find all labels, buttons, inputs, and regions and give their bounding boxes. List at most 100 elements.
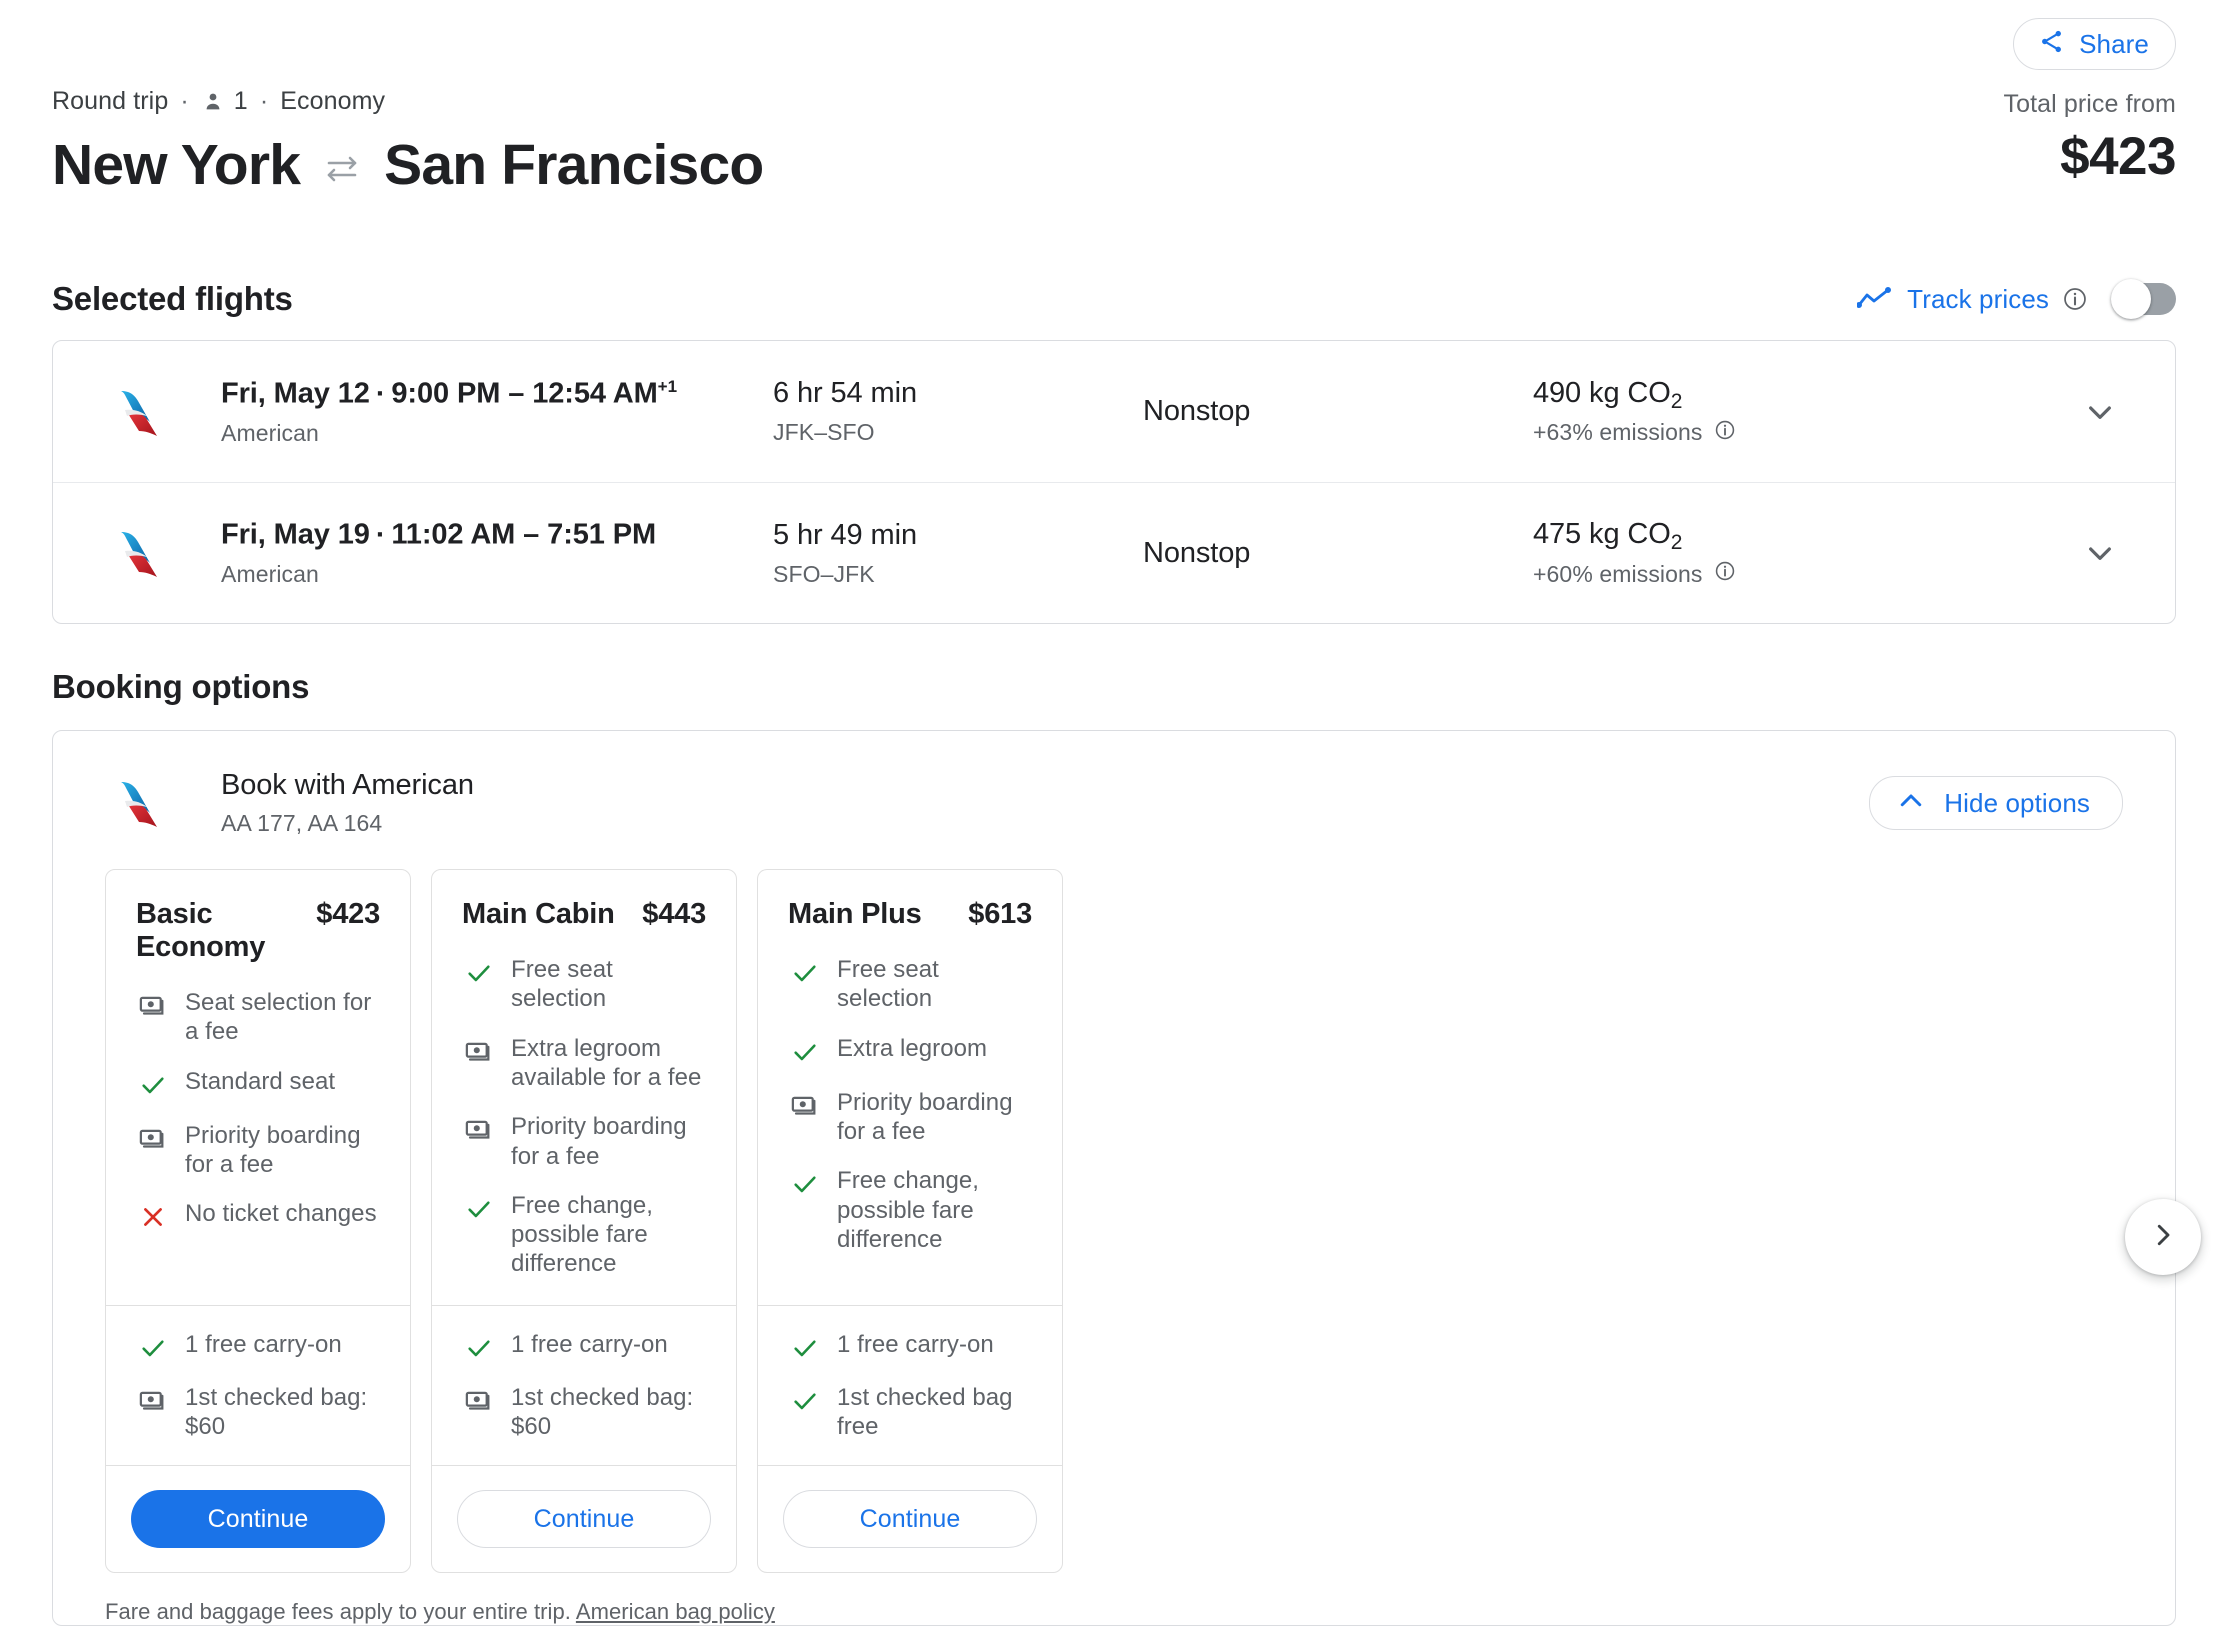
chevron-down-icon[interactable]	[2025, 396, 2175, 428]
booking-options-header: Booking options	[52, 668, 2176, 706]
flight-emissions-delta: +60% emissions	[1533, 560, 1703, 587]
check-icon	[788, 956, 822, 990]
info-icon[interactable]	[1714, 560, 1736, 588]
fare-feature: Free change, possible fare difference	[788, 1166, 1032, 1254]
flight-primary: Fri, May 19 · 11:02 AM – 7:51 PM American	[169, 518, 773, 588]
fare-baggage-label: 1st checked bag free	[837, 1383, 1013, 1440]
american-airlines-logo	[105, 382, 169, 442]
selected-flights-card: Fri, May 12 · 9:00 PM – 12:54 AM+1 America…	[52, 340, 2176, 625]
fare-feature: Extra legroom available for a fee	[462, 1034, 706, 1093]
check-icon	[788, 1384, 822, 1418]
money-icon	[136, 1384, 170, 1418]
fare-feature-label: Extra legroom	[837, 1034, 988, 1062]
fare-feature: Priority boarding for a fee	[462, 1112, 706, 1171]
fare-features: Free seat selection Extra legroom Priori…	[758, 931, 1062, 1304]
flight-date: Fri, May 12	[221, 377, 370, 410]
continue-button[interactable]: Continue	[783, 1490, 1037, 1549]
fare-baggage-label: 1st checked bag: $60	[185, 1383, 368, 1440]
american-airlines-logo	[105, 773, 169, 833]
track-prices-toggle[interactable]	[2111, 279, 2176, 320]
trip-meta: Round trip · 1 · Economy	[52, 84, 763, 118]
flight-times: 9:00 PM – 12:54 AM	[391, 377, 658, 410]
co2-amount: 475 kg CO	[1533, 518, 1671, 551]
fare-feature-label: Seat selection for a fee	[185, 989, 372, 1046]
time-separator: ·	[375, 519, 386, 552]
fare-cards-carousel: Basic Economy $423 Seat selection for a …	[53, 837, 2175, 1574]
flight-emissions-delta-row: +60% emissions	[1533, 560, 2025, 588]
fare-baggage-item: 1st checked bag: $60	[136, 1383, 380, 1442]
fare-feature: Free seat selection	[462, 955, 706, 1014]
fare-baggage-item: 1st checked bag free	[788, 1383, 1032, 1442]
check-icon	[462, 956, 496, 990]
fare-baggage: 1 free carry-on 1st checked bag free	[758, 1304, 1062, 1466]
fare-feature-label: Free seat selection	[511, 956, 613, 1013]
track-prices-label[interactable]: Track prices	[1907, 284, 2049, 315]
cabin-class: Economy	[280, 86, 386, 115]
flight-emissions-delta-row: +63% emissions	[1533, 419, 2025, 447]
check-icon	[462, 1331, 496, 1365]
flight-stops: Nonstop	[1143, 536, 1251, 569]
flight-stops: Nonstop	[1143, 395, 1251, 428]
fare-baggage: 1 free carry-on 1st checked bag: $60	[106, 1304, 410, 1466]
fare-feature-label: Free change, possible fare difference	[837, 1167, 980, 1253]
info-icon[interactable]	[1714, 419, 1736, 447]
fare-feature-label: Priority boarding for a fee	[185, 1121, 361, 1178]
fare-features: Seat selection for a fee Standard seat P…	[106, 964, 410, 1304]
provider-header: Book with American AA 177, AA 164 Hide o…	[53, 731, 2175, 837]
flight-emissions-delta: +63% emissions	[1533, 419, 1703, 446]
fare-feature-label: Extra legroom available for a fee	[511, 1034, 702, 1091]
fare-baggage-label: 1 free carry-on	[837, 1330, 994, 1358]
destination-city: San Francisco	[384, 133, 764, 197]
flight-time: Fri, May 12 · 9:00 PM – 12:54 AM+1	[221, 377, 773, 411]
fare-footnote-text: Fare and baggage fees apply to your enti…	[105, 1599, 571, 1625]
booking-options-card: Book with American AA 177, AA 164 Hide o…	[52, 730, 2201, 1627]
fare-card: Main Cabin $443 Free seat selection Extr…	[431, 869, 737, 1574]
fare-name: Main Plus	[788, 898, 922, 931]
flight-duration-block: 6 hr 54 min JFK–SFO	[773, 377, 1143, 446]
total-price-label: Total price from	[2003, 90, 2176, 118]
fare-name: Basic Economy	[136, 898, 266, 964]
continue-button[interactable]: Continue	[457, 1490, 711, 1549]
continue-button[interactable]: Continue	[131, 1490, 385, 1549]
money-icon	[136, 989, 170, 1023]
meta-separator-1: ·	[180, 86, 189, 115]
flight-duration-block: 5 hr 49 min SFO–JFK	[773, 519, 1143, 588]
info-icon[interactable]	[2062, 286, 2088, 312]
chevron-down-icon[interactable]	[2025, 537, 2175, 569]
fare-header: Basic Economy $423	[106, 870, 410, 964]
co2-amount: 490 kg CO	[1533, 376, 1671, 409]
co2-subscript: 2	[1670, 531, 1683, 555]
check-icon	[136, 1331, 170, 1365]
flight-row[interactable]: Fri, May 12 · 9:00 PM – 12:54 AM+1 America…	[53, 341, 2175, 482]
chevron-up-icon	[1896, 786, 1926, 821]
check-icon	[136, 1068, 170, 1102]
fare-card: Main Plus $613 Free seat selection Extra…	[757, 869, 1063, 1574]
fare-baggage-item: 1 free carry-on	[462, 1330, 706, 1364]
flight-co2: 475 kg CO2	[1533, 518, 2025, 555]
money-icon	[788, 1089, 822, 1123]
hide-options-button[interactable]: Hide options	[1869, 776, 2123, 831]
fare-feature: Standard seat	[136, 1067, 380, 1101]
fare-header: Main Plus $613	[758, 870, 1062, 931]
time-separator: ·	[375, 377, 386, 410]
share-button[interactable]: Share	[2013, 18, 2176, 70]
fare-feature: Seat selection for a fee	[136, 988, 380, 1047]
flight-row[interactable]: Fri, May 19 · 11:02 AM – 7:51 PM American …	[53, 482, 2175, 623]
fare-feature: No ticket changes	[136, 1199, 380, 1233]
carousel-next-button[interactable]	[2125, 1199, 2201, 1276]
fare-footer: Continue	[758, 1465, 1062, 1572]
fare-footer: Continue	[432, 1465, 736, 1572]
origin-city: New York	[52, 133, 301, 197]
fare-baggage-label: 1st checked bag: $60	[511, 1383, 694, 1440]
provider-titles: Book with American AA 177, AA 164	[221, 769, 1869, 837]
flight-duration: 5 hr 49 min	[773, 518, 917, 551]
flight-numbers: AA 177, AA 164	[221, 810, 383, 837]
day-offset: +1	[657, 376, 678, 396]
fare-card: Basic Economy $423 Seat selection for a …	[105, 869, 411, 1574]
check-icon	[788, 1035, 822, 1069]
fare-feature-label: Free seat selection	[837, 956, 939, 1013]
american-bag-policy-link[interactable]: American bag policy	[576, 1599, 775, 1624]
chevron-right-icon	[2148, 1220, 2178, 1255]
flight-primary: Fri, May 12 · 9:00 PM – 12:54 AM+1 America…	[169, 377, 773, 447]
fare-price: $443	[642, 898, 706, 931]
